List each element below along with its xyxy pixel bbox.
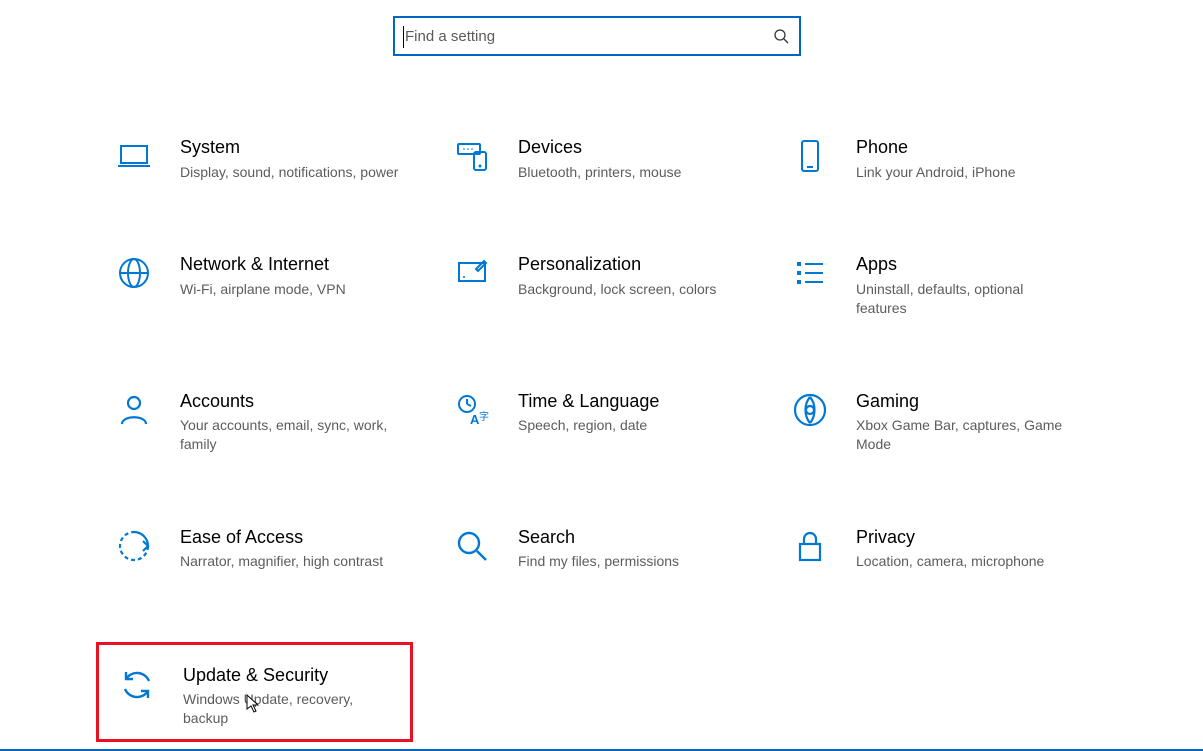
lock-icon: [790, 526, 830, 566]
search-icon: [773, 28, 789, 44]
tile-desc: Windows Update, recovery, backup: [183, 690, 383, 728]
tile-title: System: [180, 136, 398, 159]
search-box[interactable]: [393, 16, 801, 56]
phone-icon: [790, 136, 830, 176]
svg-text:字: 字: [479, 410, 489, 423]
tile-desc: Location, camera, microphone: [856, 552, 1044, 571]
tile-devices[interactable]: Devices Bluetooth, printers, mouse: [452, 130, 790, 187]
gaming-icon: [790, 390, 830, 430]
tile-search[interactable]: Search Find my files, permissions: [452, 520, 790, 577]
apps-icon: [790, 253, 830, 293]
tile-desc: Your accounts, email, sync, work, family: [180, 416, 400, 454]
tile-system[interactable]: System Display, sound, notifications, po…: [114, 130, 452, 187]
tile-desc: Speech, region, date: [518, 416, 659, 435]
tile-accounts[interactable]: Accounts Your accounts, email, sync, wor…: [114, 384, 452, 460]
tile-title: Phone: [856, 136, 1016, 159]
sync-icon: [117, 665, 157, 705]
tile-title: Privacy: [856, 526, 1044, 549]
tile-update-security-highlight: Update & Security Windows Update, recove…: [96, 642, 413, 742]
time-language-icon: A 字: [452, 390, 492, 430]
tile-desc: Wi-Fi, airplane mode, VPN: [180, 280, 346, 299]
text-caret: [403, 26, 404, 48]
devices-icon: [452, 136, 492, 176]
tile-ease-of-access[interactable]: Ease of Access Narrator, magnifier, high…: [114, 520, 452, 577]
globe-icon: [114, 253, 154, 293]
tile-title: Apps: [856, 253, 1076, 276]
laptop-icon: [114, 136, 154, 176]
tile-apps[interactable]: Apps Uninstall, defaults, optional featu…: [790, 247, 1114, 323]
tile-title: Devices: [518, 136, 681, 159]
tile-title: Update & Security: [183, 665, 383, 686]
tile-desc: Uninstall, defaults, optional features: [856, 280, 1076, 318]
tile-title: Gaming: [856, 390, 1076, 413]
tile-time-language[interactable]: A 字 Time & Language Speech, region, date: [452, 384, 790, 460]
tile-title: Network & Internet: [180, 253, 346, 276]
person-icon: [114, 390, 154, 430]
tile-desc: Bluetooth, printers, mouse: [518, 163, 681, 182]
tile-update-security[interactable]: Update & Security Windows Update, recove…: [105, 651, 404, 739]
tile-title: Accounts: [180, 390, 400, 413]
tile-desc: Background, lock screen, colors: [518, 280, 716, 299]
tile-privacy[interactable]: Privacy Location, camera, microphone: [790, 520, 1114, 577]
tile-desc: Find my files, permissions: [518, 552, 679, 571]
tile-desc: Narrator, magnifier, high contrast: [180, 552, 383, 571]
tile-title: Ease of Access: [180, 526, 383, 549]
tile-gaming[interactable]: Gaming Xbox Game Bar, captures, Game Mod…: [790, 384, 1114, 460]
magnifier-icon: [452, 526, 492, 566]
tile-title: Personalization: [518, 253, 716, 276]
tile-title: Search: [518, 526, 679, 549]
tile-desc: Link your Android, iPhone: [856, 163, 1016, 182]
tile-personalization[interactable]: Personalization Background, lock screen,…: [452, 247, 790, 323]
paint-icon: [452, 253, 492, 293]
ease-of-access-icon: [114, 526, 154, 566]
tile-phone[interactable]: Phone Link your Android, iPhone: [790, 130, 1114, 187]
tile-title: Time & Language: [518, 390, 659, 413]
tile-desc: Xbox Game Bar, captures, Game Mode: [856, 416, 1076, 454]
tile-network[interactable]: Network & Internet Wi-Fi, airplane mode,…: [114, 247, 452, 323]
tile-desc: Display, sound, notifications, power: [180, 163, 398, 182]
settings-grid: System Display, sound, notifications, po…: [114, 130, 1114, 577]
search-input[interactable]: [403, 27, 773, 46]
